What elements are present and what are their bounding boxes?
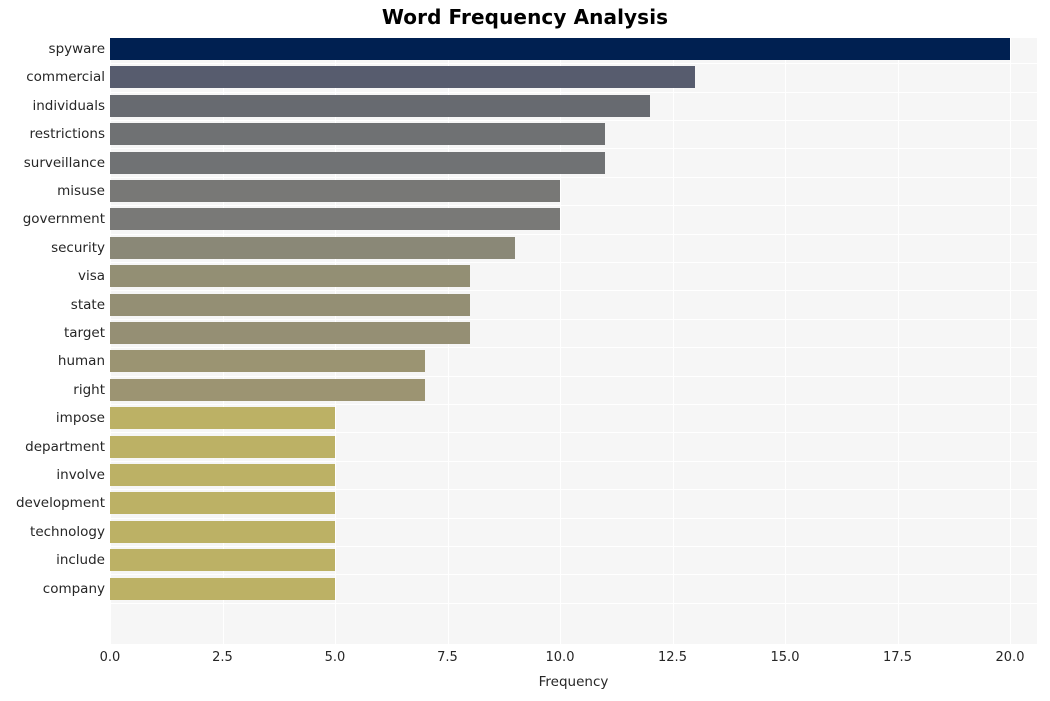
x-tick-label: 7.5 xyxy=(437,650,458,665)
x-tick-label: 10.0 xyxy=(545,650,575,665)
y-tick-label: restrictions xyxy=(29,126,105,143)
y-tick-label: surveillance xyxy=(23,154,105,171)
y-tick-label: government xyxy=(22,211,105,228)
y-tick-label: security xyxy=(51,239,105,256)
y-tick-label: department xyxy=(25,438,105,455)
x-tick-label: 20.0 xyxy=(995,650,1025,665)
x-tick-label: 12.5 xyxy=(658,650,687,665)
y-axis-tick-labels: spyware commercial individuals restrictions… xyxy=(0,0,1050,701)
x-tick-label: 0.0 xyxy=(99,650,121,665)
y-tick-label: technology xyxy=(30,523,105,540)
x-axis-label: Frequency xyxy=(538,674,609,690)
x-tick-label: 5.0 xyxy=(324,650,346,665)
y-tick-label: company xyxy=(42,580,105,597)
y-tick-label: visa xyxy=(77,268,105,285)
y-tick-label: development xyxy=(15,495,105,512)
y-tick-label: spyware xyxy=(48,41,105,57)
x-tick-label: 2.5 xyxy=(212,650,233,665)
y-tick-label: misuse xyxy=(57,183,105,199)
y-tick-label: individuals xyxy=(32,97,105,114)
y-tick-label: human xyxy=(57,353,105,370)
y-tick-label: involve xyxy=(56,467,105,483)
y-tick-label: include xyxy=(56,552,105,569)
y-tick-label: state xyxy=(70,296,105,313)
y-tick-label: right xyxy=(73,381,105,398)
word-frequency-chart-figure: Word Frequency Analysis spyware commercia… xyxy=(0,0,1050,701)
y-tick-label: impose xyxy=(55,410,105,427)
x-tick-label: 15.0 xyxy=(770,650,800,665)
y-tick-label: commercial xyxy=(26,69,105,86)
y-tick-label: target xyxy=(63,325,105,341)
x-tick-label: 17.5 xyxy=(883,650,912,665)
